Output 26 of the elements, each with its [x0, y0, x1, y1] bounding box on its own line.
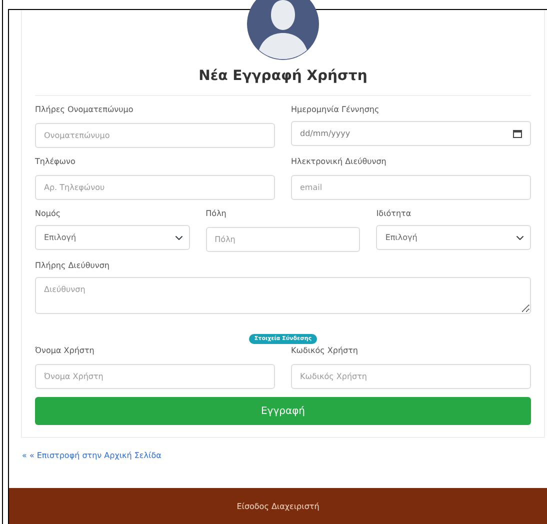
field-label: Ηλεκτρονική Διεύθυνση: [291, 156, 388, 168]
input-field[interactable]: Αρ. Τηλεφώνου: [35, 175, 275, 200]
input-field[interactable]: Όνομα Χρήστη: [35, 364, 275, 389]
input-field[interactable]: Κωδικός Χρήστη: [291, 364, 531, 389]
field-label: Πλήρες Ονοματεπώνυμο: [35, 104, 134, 116]
field-label: Ιδιότητα: [376, 208, 412, 220]
calendar-icon[interactable]: [513, 129, 522, 138]
input-field[interactable]: Πόλη: [206, 227, 360, 252]
field-label: Κωδικός Χρήστη: [291, 345, 359, 357]
address-field[interactable]: Διεύθυνση: [35, 277, 531, 314]
admin-login-link[interactable]: Είσοδος Διαχειριστή: [236, 502, 320, 511]
select-field[interactable]: Επιλογή: [35, 225, 190, 250]
select-field[interactable]: Επιλογή: [376, 225, 531, 250]
field-label: Πλήρης Διεύθυνση: [35, 260, 110, 272]
field-label: Όνομα Χρήστη: [35, 345, 96, 357]
input-field[interactable]: Ονοματεπώνυμο: [35, 123, 275, 148]
user-avatar-icon: [247, 0, 319, 60]
input-field[interactable]: email: [291, 175, 531, 200]
field-label: Ημερομηνία Γέννησης: [291, 104, 380, 116]
field-label: Πόλη: [206, 208, 228, 220]
form-title: Νέα Εγγραφή Χρήστη: [198, 67, 368, 86]
back-home-link[interactable]: « « Επιστροφή στην Αρχική Σελίδα: [22, 450, 162, 462]
field-label: Νομός: [35, 208, 62, 220]
field-label: Τηλέφωνο: [35, 156, 76, 168]
register-button[interactable]: Εγγραφή: [35, 397, 531, 425]
date-field[interactable]: dd/mm/yyyy: [291, 121, 531, 146]
